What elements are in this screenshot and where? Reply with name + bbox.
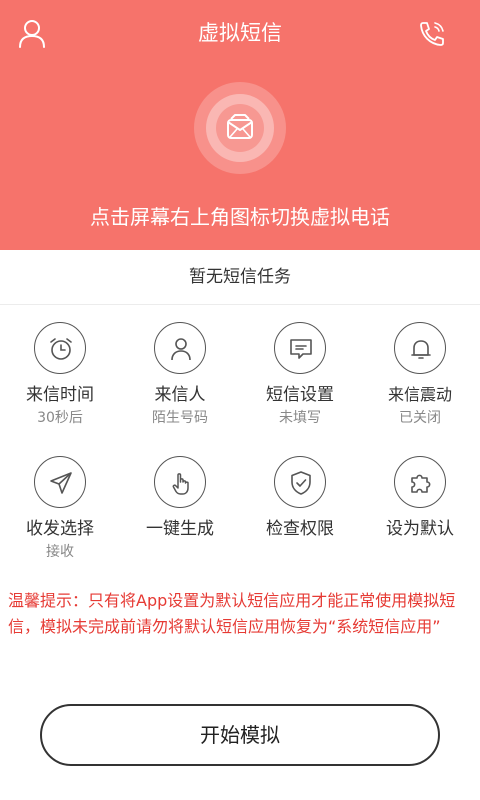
grid-item-label: 来信震动 (387, 385, 452, 404)
grid-item-value: 已关闭 (399, 410, 441, 426)
grid-item-label: 短信设置 (266, 385, 334, 405)
shield-check-icon (291, 471, 311, 495)
grid-item-value: 陌生号码 (152, 410, 208, 426)
header: 虚拟短信 点击屏幕右上角图标切换虚拟电话 (0, 0, 480, 250)
grid-item-receive-time[interactable]: 来信时间 30秒后 (0, 322, 120, 428)
envelope-icon (227, 114, 253, 139)
grid-item-sender[interactable]: 来信人 陌生号码 (120, 322, 240, 428)
grid-item-value: 30秒后 (37, 410, 83, 426)
grid-item-generate[interactable]: 一键生成 (120, 456, 240, 542)
grid-item-permissions[interactable]: 检查权限 (240, 456, 360, 542)
start-simulation-button[interactable]: 开始模拟 (40, 704, 440, 766)
warning-tip: 温馨提示：只有将App设置为默认短信应用才能正常使用模拟短信，模拟未完成前请勿将… (8, 591, 456, 636)
grid-item-label: 设为默认 (386, 519, 454, 539)
grid-item-label: 来信时间 (26, 385, 94, 405)
switch-hint-text: 点击屏幕右上角图标切换虚拟电话 (90, 205, 390, 229)
puzzle-icon (411, 474, 431, 493)
person-icon (171, 338, 191, 361)
message-icon (290, 339, 312, 359)
grid-item-label: 一键生成 (146, 519, 214, 539)
phone-switch-icon[interactable] (412, 14, 452, 54)
bell-icon (411, 340, 431, 359)
grid-item-label: 来信人 (154, 385, 206, 405)
sms-hero-badge (194, 82, 286, 174)
grid-item-set-default[interactable]: 设为默认 (360, 456, 480, 542)
grid-item-value: 接收 (46, 544, 74, 560)
grid-item-sms-settings[interactable]: 短信设置 未填写 (240, 322, 360, 428)
send-icon (50, 472, 72, 494)
page-title: 虚拟短信 (198, 21, 282, 45)
tap-hand-icon (172, 473, 189, 495)
grid-item-direction[interactable]: 收发选择 接收 (0, 456, 120, 562)
status-text: 暂无短信任务 (0, 250, 480, 305)
app-page: 虚拟短信 点击屏幕右上角图标切换虚拟电话 暂无短信任务 来信时间 30秒后 来信… (0, 0, 480, 800)
grid-item-label: 检查权限 (266, 519, 334, 539)
alarm-clock-icon (50, 338, 72, 360)
grid-item-label: 收发选择 (26, 519, 94, 539)
grid-item-value: 未填写 (279, 410, 321, 426)
grid-item-vibration[interactable]: 来信震动 已关闭 (360, 322, 480, 428)
